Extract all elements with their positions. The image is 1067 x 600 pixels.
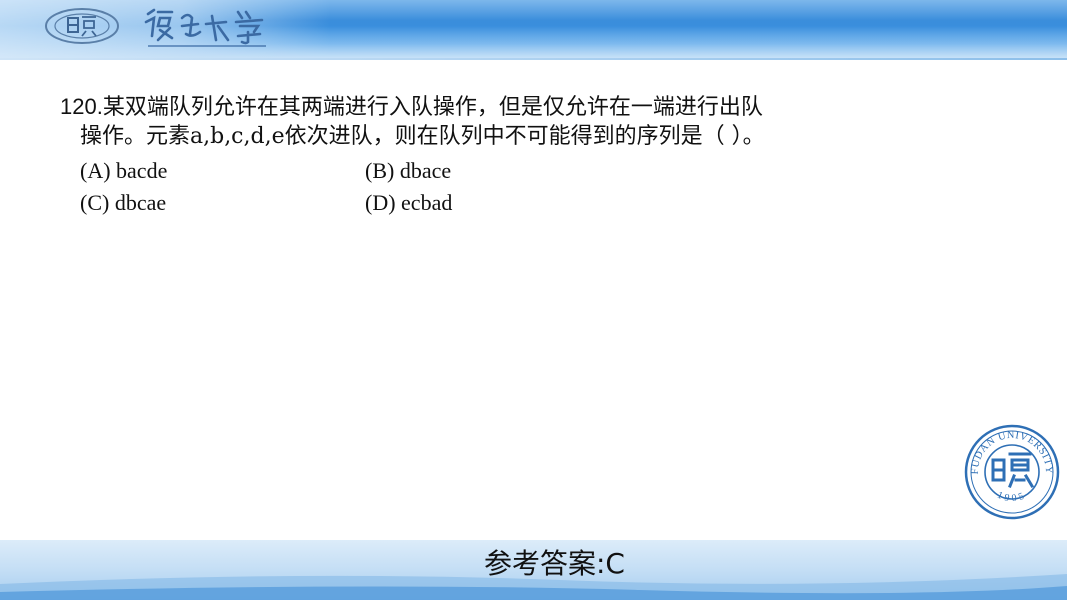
option-a: (A) bacde <box>80 158 168 183</box>
answer-label: 参考答案:C <box>484 547 625 580</box>
answer-text: 参考答案:C <box>0 542 1067 586</box>
fudan-university-seal-icon: FUDAN UNIVERSITY 1905 <box>964 424 1060 520</box>
question-line-2: 操作。元素a,b,c,d,e依次进队，则在队列中不可能得到的序列是（ ）。 <box>80 122 765 152</box>
question-stem-line-2: 操作。元素a,b,c,d,e依次进队，则在队列中不可能得到的序列是（ ）。 <box>80 124 765 149</box>
slide-content: 120.某双端队列允许在其两端进行入队操作，但是仅允许在一端进行出队 操作。元素… <box>0 0 1067 540</box>
question-number: 120. <box>60 94 103 119</box>
option-b: (B) dbace <box>365 158 452 183</box>
question-line-1: 120.某双端队列允许在其两端进行入队操作，但是仅允许在一端进行出队 <box>60 92 763 123</box>
question-stem-line-1: 某双端队列允许在其两端进行入队操作，但是仅允许在一端进行出队 <box>102 95 763 120</box>
option-d: (D) ecbad <box>365 190 453 215</box>
option-c: (C) dbcae <box>80 190 167 215</box>
